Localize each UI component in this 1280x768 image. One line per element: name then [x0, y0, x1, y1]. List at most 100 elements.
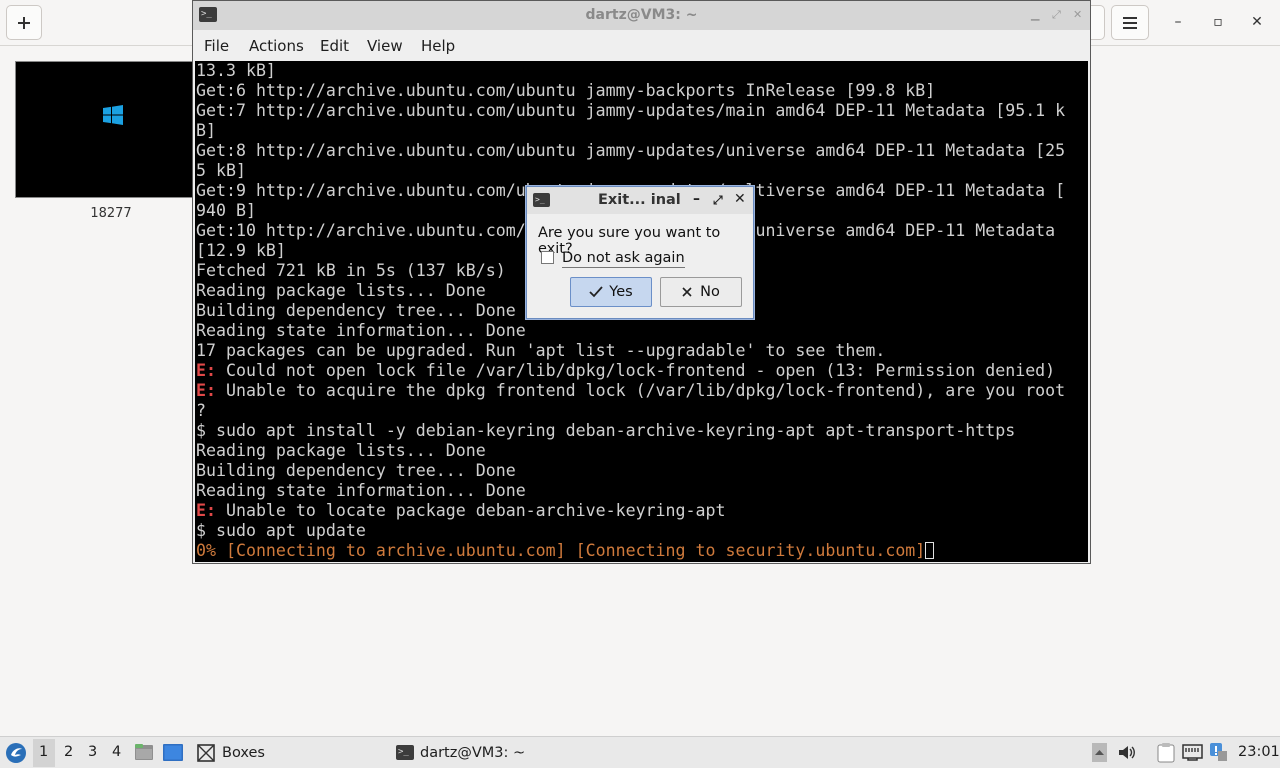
no-button[interactable]: No: [660, 277, 742, 307]
menu-view[interactable]: View: [367, 37, 403, 55]
terminal-line: $ sudo apt update: [195, 521, 1088, 541]
tray-up-arrow-icon[interactable]: [1092, 743, 1107, 762]
terminal-line: $ sudo apt install -y debian-keyring deb…: [195, 421, 1088, 441]
terminal-menubar: File Actions Edit View Help: [193, 31, 1090, 61]
file-manager-icon[interactable]: [134, 743, 154, 761]
maximize-icon: ▫: [1213, 14, 1223, 30]
update-notifier-icon[interactable]: [1209, 742, 1227, 762]
volume-icon[interactable]: [1118, 744, 1136, 761]
clock[interactable]: 23:01: [1238, 744, 1280, 760]
terminal-title: dartz@VM3: ~: [585, 7, 698, 23]
terminal-line-text: Unable to acquire the dpkg frontend lock…: [215, 381, 1066, 400]
boxes-icon: [197, 743, 215, 762]
terminal-line-text: Reading package lists... Done: [196, 281, 486, 300]
vm-thumbnail[interactable]: [15, 61, 195, 198]
terminal-close-icon[interactable]: ✕: [1073, 8, 1082, 21]
terminal-line-text: [12.9 kB]: [196, 241, 286, 260]
yes-button[interactable]: Yes: [570, 277, 652, 307]
dialog-close-icon[interactable]: ✕: [734, 191, 746, 207]
terminal-line-text: Fetched 721 kB in 5s (137 kB/s): [196, 261, 506, 280]
workspace-4[interactable]: 4: [112, 744, 121, 760]
exit-dialog: >_ Exit... inal – ⤢ ✕ Are you sure you w…: [526, 186, 754, 319]
terminal-line-text: Reading state information... Done: [196, 481, 526, 500]
terminal-line: E: Could not open lock file /var/lib/dpk…: [195, 361, 1088, 381]
hamburger-icon: [1123, 16, 1137, 29]
workspace-2[interactable]: 2: [64, 744, 73, 760]
terminal-line: ?: [195, 401, 1088, 421]
boxes-maximize-button[interactable]: ▫: [1209, 13, 1227, 31]
terminal-line: Reading state information... Done: [195, 481, 1088, 501]
vm-name-label[interactable]: 18277: [15, 206, 207, 221]
close-icon: ✕: [1251, 14, 1263, 30]
terminal-icon: >_: [396, 745, 414, 760]
terminal-progress-line: 0% [Connecting to archive.ubuntu.com] [C…: [195, 541, 1088, 561]
terminal-line-text: Building dependency tree... Done: [196, 461, 516, 480]
task-boxes[interactable]: Boxes: [192, 737, 388, 768]
menu-edit[interactable]: Edit: [320, 37, 349, 55]
boxes-close-button[interactable]: ✕: [1248, 13, 1266, 31]
workspace-1[interactable]: 1: [39, 744, 48, 760]
task-boxes-label: Boxes: [222, 744, 265, 761]
start-menu-icon[interactable]: [5, 742, 27, 764]
yes-label: Yes: [609, 284, 633, 300]
menu-actions[interactable]: Actions: [249, 37, 304, 55]
dialog-maximize-icon[interactable]: ⤢: [713, 193, 723, 208]
text-cursor: [925, 542, 935, 559]
terminal-line-text: Unable to locate package deban-archive-k…: [215, 501, 726, 520]
taskbar: 1 2 3 4 Boxes >_ dartz@VM3: ~ 23:01: [0, 736, 1280, 768]
dialog-titlebar[interactable]: >_ Exit... inal – ⤢ ✕: [527, 187, 753, 214]
do-not-ask-checkbox[interactable]: [541, 251, 554, 264]
error-prefix: E:: [196, 361, 216, 380]
terminal-line-text: Get:8 http://archive.ubuntu.com/ubuntu j…: [196, 141, 1066, 160]
terminal-line: 17 packages can be upgraded. Run 'apt li…: [195, 341, 1088, 361]
terminal-line: E: Unable to acquire the dpkg frontend l…: [195, 381, 1088, 401]
terminal-line-text: $ sudo apt update: [196, 521, 366, 540]
terminal-line-text: Could not open lock file /var/lib/dpkg/l…: [215, 361, 1056, 380]
menu-help[interactable]: Help: [421, 37, 455, 55]
terminal-line-text: 5 kB]: [196, 161, 246, 180]
main-menu-button[interactable]: [1111, 5, 1149, 40]
progress-text: 0% [Connecting to archive.ubuntu.com] [C…: [196, 541, 926, 560]
terminal-maximize-icon[interactable]: ⤢: [1052, 8, 1061, 22]
terminal-line: Get:6 http://archive.ubuntu.com/ubuntu j…: [195, 81, 1088, 101]
minimize-icon: –: [1174, 14, 1182, 30]
terminal-line-text: Get:7 http://archive.ubuntu.com/ubuntu j…: [196, 101, 1066, 120]
terminal-line-text: 940 B]: [196, 201, 256, 220]
terminal-line-text: 17 packages can be upgraded. Run 'apt li…: [196, 341, 886, 360]
terminal-line: 5 kB]: [195, 161, 1088, 181]
desktop-icon[interactable]: [163, 744, 183, 761]
task-terminal-label: dartz@VM3: ~: [420, 744, 526, 761]
terminal-line-text: $ sudo apt install -y debian-keyring deb…: [196, 421, 1016, 440]
terminal-line-text: Get:6 http://archive.ubuntu.com/ubuntu j…: [196, 81, 936, 100]
workspace-3[interactable]: 3: [88, 744, 97, 760]
terminal-line-text: ?: [196, 401, 206, 420]
terminal-line-text: Building dependency tree... Done: [196, 301, 516, 320]
plus-icon: [18, 16, 30, 29]
terminal-line: 13.3 kB]: [195, 61, 1088, 81]
terminal-line-text: Reading package lists... Done: [196, 441, 486, 460]
terminal-icon: >_: [533, 193, 550, 207]
terminal-line: Building dependency tree... Done: [195, 461, 1088, 481]
terminal-line: E: Unable to locate package deban-archiv…: [195, 501, 1088, 521]
terminal-line: Reading state information... Done: [195, 321, 1088, 341]
error-prefix: E:: [196, 501, 216, 520]
terminal-line-text: B]: [196, 121, 216, 140]
check-icon: [589, 286, 603, 298]
network-icon[interactable]: [1182, 744, 1203, 761]
terminal-titlebar[interactable]: >_ dartz@VM3: ~ ▁ ⤢ ✕: [193, 1, 1090, 30]
do-not-ask-label[interactable]: Do not ask again: [562, 250, 685, 268]
task-terminal[interactable]: >_ dartz@VM3: ~: [392, 737, 712, 768]
terminal-minimize-icon[interactable]: ▁: [1031, 8, 1039, 21]
dialog-minimize-icon[interactable]: –: [693, 191, 700, 207]
windows-logo-icon: [103, 105, 123, 125]
clipboard-icon[interactable]: [1156, 742, 1176, 763]
menu-file[interactable]: File: [204, 37, 229, 55]
terminal-line: Reading package lists... Done: [195, 441, 1088, 461]
add-vm-button[interactable]: [6, 5, 42, 40]
error-prefix: E:: [196, 381, 216, 400]
terminal-line-text: 13.3 kB]: [196, 61, 276, 80]
dialog-title: Exit... inal: [598, 192, 681, 208]
boxes-minimize-button[interactable]: –: [1169, 13, 1187, 31]
boxes-split-button-edge[interactable]: [1090, 5, 1105, 40]
terminal-line-text: Reading state information... Done: [196, 321, 526, 340]
